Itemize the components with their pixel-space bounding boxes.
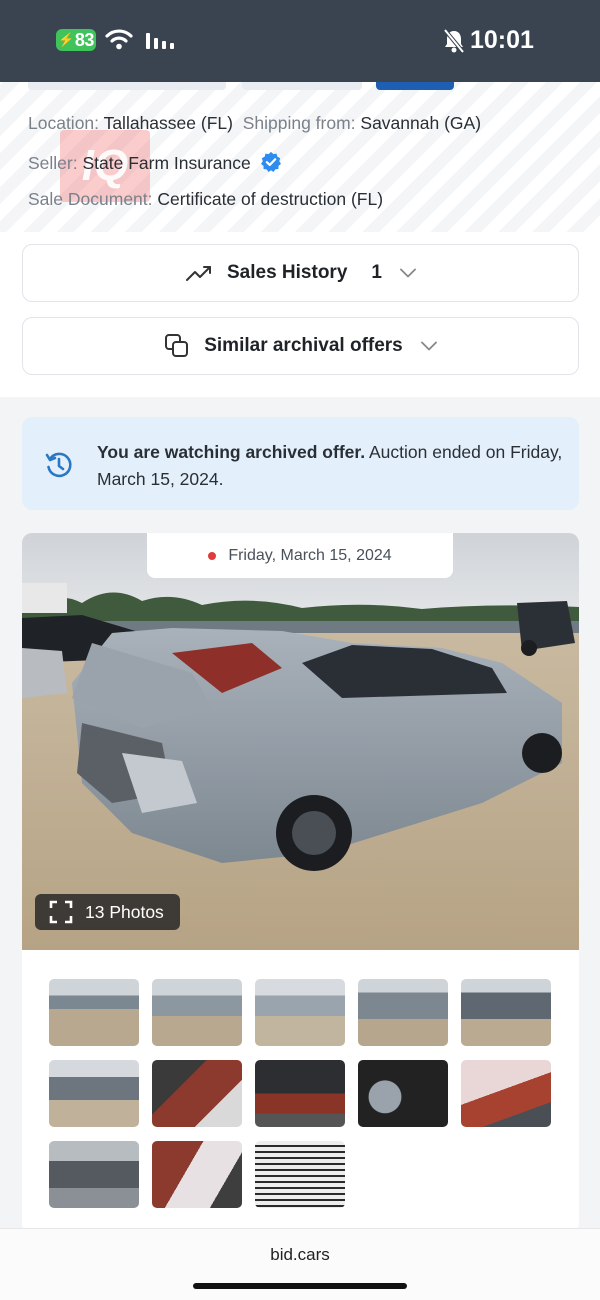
home-indicator[interactable]	[193, 1283, 407, 1289]
photo-gallery-card: Friday, March 15, 2024 13 Photos	[22, 533, 579, 1233]
sales-history-accordion[interactable]: Sales History 1	[22, 244, 579, 302]
browser-url-bar[interactable]: bid.cars	[0, 1228, 600, 1300]
main-vehicle-photo[interactable]: Friday, March 15, 2024 13 Photos	[22, 533, 579, 950]
history-icon	[45, 452, 72, 478]
thumbnail[interactable]	[358, 979, 448, 1046]
clock: 10:01	[470, 26, 534, 54]
similar-offers-label: Similar archival offers	[204, 335, 403, 356]
location-value: Tallahassee (FL)	[103, 113, 233, 133]
tab-remnant[interactable]	[28, 82, 226, 90]
battery-indicator: ⚡ 83	[56, 29, 96, 51]
sales-history-count: 1	[371, 262, 382, 283]
notice-bold-text: You are watching archived offer.	[97, 442, 366, 462]
auction-date: Friday, March 15, 2024	[228, 546, 392, 564]
wifi-icon	[105, 29, 133, 50]
battery-level: 83	[74, 29, 95, 50]
thumbnail[interactable]	[255, 1141, 345, 1208]
wrecked-car-photo	[22, 533, 579, 950]
seller-value[interactable]: State Farm Insurance	[82, 153, 250, 173]
seller-label: Seller:	[28, 153, 78, 173]
thumbnail[interactable]	[255, 979, 345, 1046]
thumbnail[interactable]	[49, 1060, 139, 1127]
verified-badge-icon	[260, 151, 281, 172]
status-dot	[208, 551, 217, 560]
silent-bell-icon	[443, 28, 465, 54]
fullscreen-icon	[49, 900, 73, 924]
similar-offers-accordion[interactable]: Similar archival offers	[22, 317, 579, 375]
charging-icon: ⚡	[58, 32, 74, 47]
thumbnail[interactable]	[152, 979, 242, 1046]
sale-document-row: Sale Document: Certificate of destructio…	[28, 189, 383, 210]
auction-date-pill: Friday, March 15, 2024	[147, 533, 453, 578]
sale-document-label: Sale Document:	[28, 189, 153, 209]
thumbnail[interactable]	[461, 1060, 551, 1127]
listing-info-section: IQ Location: Tallahassee (FL) Shipping f…	[0, 82, 600, 397]
seller-row: Seller: State Farm Insurance	[28, 151, 282, 174]
thumbnail[interactable]	[461, 979, 551, 1046]
chevron-down-icon	[420, 341, 437, 351]
location-row: Location: Tallahassee (FL) Shipping from…	[28, 113, 481, 134]
sale-document-value: Certificate of destruction (FL)	[157, 189, 384, 209]
trending-up-icon	[185, 263, 213, 283]
thumbnail[interactable]	[152, 1060, 242, 1127]
thumbnail[interactable]	[255, 1060, 345, 1127]
photos-count-label: 13 Photos	[85, 901, 164, 922]
thumbnail[interactable]	[358, 1060, 448, 1127]
view-photos-button[interactable]: 13 Photos	[35, 894, 180, 930]
shipping-value: Savannah (GA)	[360, 113, 482, 133]
copy-icon	[164, 333, 190, 359]
sales-history-label: Sales History	[227, 262, 348, 283]
thumbnail[interactable]	[152, 1141, 242, 1208]
location-label: Location:	[28, 113, 100, 133]
url-text[interactable]: bid.cars	[0, 1245, 600, 1265]
notice-text: You are watching archived offer. Auction…	[97, 439, 567, 493]
cellular-signal-icon	[146, 33, 174, 49]
shipping-label: Shipping from:	[242, 113, 356, 133]
status-bar: ⚡ 83 10:01	[0, 0, 600, 82]
thumbnail[interactable]	[49, 1141, 139, 1208]
thumbnail[interactable]	[49, 979, 139, 1046]
chevron-down-icon	[400, 268, 416, 278]
tab-remnant-active[interactable]	[376, 82, 454, 90]
archived-offer-notice: You are watching archived offer. Auction…	[22, 417, 579, 510]
tab-remnant[interactable]	[242, 82, 362, 90]
